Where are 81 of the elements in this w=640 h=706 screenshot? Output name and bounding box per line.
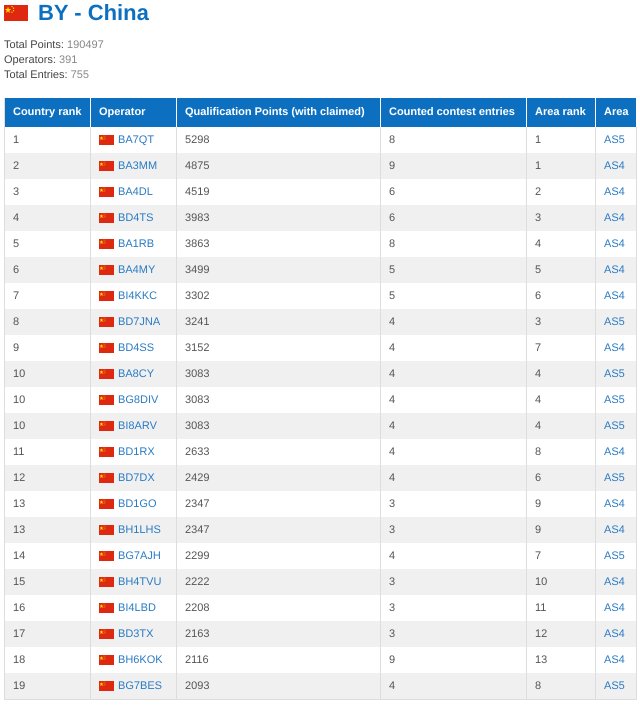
column-header: Area rank xyxy=(526,98,596,127)
area-link[interactable]: AS4 xyxy=(604,160,625,172)
area-link[interactable]: AS5 xyxy=(604,420,625,432)
stat-line: Total Points: 190497 xyxy=(4,38,105,53)
flag-icon xyxy=(99,680,114,691)
column-header: Operator xyxy=(90,98,176,127)
operator-link[interactable]: BD3TX xyxy=(118,626,154,642)
operator-link[interactable]: BI8ARV xyxy=(118,418,157,434)
flag-icon xyxy=(99,317,114,327)
table-cell: 4 xyxy=(380,673,526,699)
flag-icon xyxy=(99,135,114,145)
flag-icon xyxy=(99,655,114,665)
column-header: Area xyxy=(596,98,636,127)
flag-icon xyxy=(99,447,114,457)
column-header: Counted contest entries xyxy=(380,98,526,127)
operator-link[interactable]: BA1RB xyxy=(118,236,154,252)
area-link[interactable]: AS5 xyxy=(604,394,625,406)
area-link[interactable]: AS5 xyxy=(604,316,625,328)
operator-link[interactable]: BD7DX xyxy=(118,470,155,486)
area-link[interactable]: AS4 xyxy=(604,290,625,302)
flag-icon xyxy=(99,369,114,379)
operator-link[interactable]: BA4DL xyxy=(118,184,153,200)
flag-icon xyxy=(99,603,114,613)
table-cell: 2093 xyxy=(176,673,380,699)
flag-icon xyxy=(99,395,114,405)
flag-icon xyxy=(99,629,114,639)
flag-icon xyxy=(99,421,114,431)
flag-icon xyxy=(4,5,28,21)
flag-icon xyxy=(99,161,114,171)
area-link[interactable]: AS4 xyxy=(604,628,625,640)
operator-link[interactable]: BD7JNA xyxy=(118,314,160,330)
area-link[interactable]: AS5 xyxy=(604,550,625,562)
operator-link[interactable]: BH4TVU xyxy=(118,574,162,590)
operator-link[interactable]: BD1GO xyxy=(118,496,157,512)
operator-link[interactable]: BH6KOK xyxy=(118,652,163,668)
area-link[interactable]: AS4 xyxy=(604,264,625,276)
area-link[interactable]: AS4 xyxy=(604,342,625,354)
area-link[interactable]: AS4 xyxy=(604,524,625,536)
operator-link[interactable]: BA3MM xyxy=(118,158,158,174)
stat-line: Total Entries: 755 xyxy=(4,68,90,83)
page-title: BY - China xyxy=(38,2,149,24)
area-link[interactable]: AS4 xyxy=(604,576,625,588)
flag-icon xyxy=(99,213,114,223)
flag-icon xyxy=(99,551,114,561)
area-link[interactable]: AS4 xyxy=(604,602,625,614)
flag-icon xyxy=(99,291,114,301)
flag-icon xyxy=(99,525,114,535)
operator-link[interactable]: BA8CY xyxy=(118,366,154,382)
area-link[interactable]: AS5 xyxy=(604,472,625,484)
flag-icon xyxy=(99,473,114,483)
operator-link[interactable]: BA4MY xyxy=(118,262,156,278)
table-cell: 8 xyxy=(526,673,596,699)
area-link[interactable]: AS5 xyxy=(604,368,625,380)
operator-link[interactable]: BH1LHS xyxy=(118,522,161,538)
operator-link[interactable]: BD4TS xyxy=(118,210,154,226)
flag-icon xyxy=(99,265,114,275)
area-link[interactable]: AS5 xyxy=(604,134,625,146)
operator-link[interactable]: BI4LBD xyxy=(118,600,156,616)
flag-icon xyxy=(99,187,114,197)
stat-line: Operators: 391 xyxy=(4,53,78,68)
area-link[interactable]: AS4 xyxy=(604,238,625,250)
table-cell: 19 xyxy=(4,673,90,699)
area-link[interactable]: AS4 xyxy=(604,654,625,666)
operator-link[interactable]: BG8DIV xyxy=(118,392,158,408)
area-link[interactable]: AS5 xyxy=(604,680,625,692)
operator-link[interactable]: BD1RX xyxy=(118,444,155,460)
flag-icon xyxy=(99,499,114,509)
area-link[interactable]: AS4 xyxy=(604,498,625,510)
operator-link[interactable]: BD4SS xyxy=(118,340,154,356)
area-link[interactable]: AS4 xyxy=(604,186,625,198)
flag-icon xyxy=(99,239,114,249)
area-link[interactable]: AS4 xyxy=(604,212,625,224)
flag-icon xyxy=(99,577,114,587)
operator-link[interactable]: BA7QT xyxy=(118,132,154,148)
flag-icon xyxy=(99,343,114,353)
area-link[interactable]: AS4 xyxy=(604,446,625,458)
operator-link[interactable]: BI4KKC xyxy=(118,288,158,304)
column-header: Qualification Points (with claimed) xyxy=(176,98,380,127)
operator-link[interactable]: BG7BES xyxy=(118,678,162,694)
operator-link[interactable]: BG7AJH xyxy=(118,548,161,564)
column-header: Country rank xyxy=(4,98,90,127)
